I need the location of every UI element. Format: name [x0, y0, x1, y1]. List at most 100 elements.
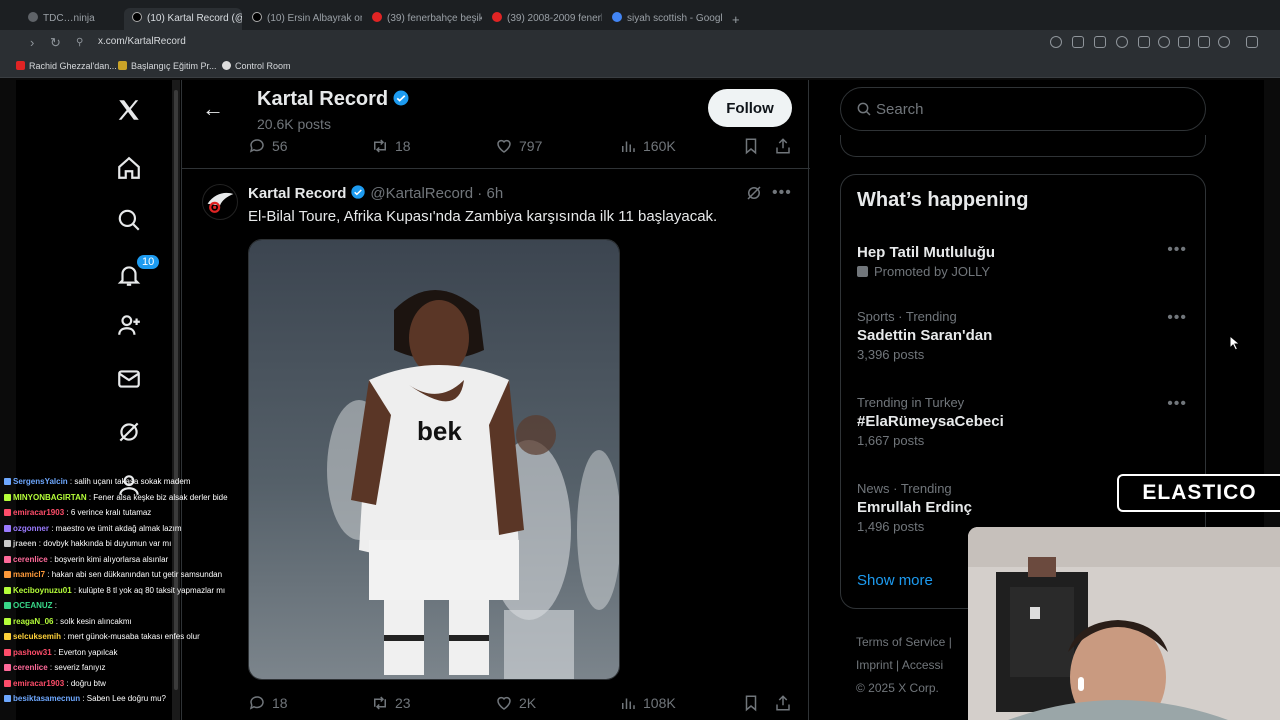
play-icon[interactable]	[1138, 36, 1150, 48]
chat-username: MINYONBAGIRTAN	[13, 492, 87, 502]
accessibility-link[interactable]: Accessi	[902, 658, 943, 672]
avatar[interactable]	[202, 184, 238, 220]
repost-count: 18	[395, 138, 411, 154]
reply-button[interactable]: 56	[248, 137, 288, 155]
chat-badge-icon	[4, 509, 11, 516]
tweet-photo[interactable]: bek	[248, 239, 620, 680]
bookmark-item[interactable]: Control Room	[222, 61, 291, 71]
x-logo-icon[interactable]	[114, 95, 144, 125]
tab-label: (39) fenerbahçe beşikt…	[387, 13, 482, 24]
chat-text: : salih uçanı takasa sokak madem	[67, 477, 191, 486]
browser-tab[interactable]: (10) Ersin Albayrak on X…	[244, 8, 362, 30]
download-icon[interactable]	[1178, 36, 1190, 48]
imprint-link[interactable]: Imprint	[856, 658, 893, 672]
back-arrow-icon[interactable]: ←	[202, 96, 224, 122]
browser-tab-active[interactable]: (10) Kartal Record (@Ka…	[124, 8, 242, 30]
tweet-author[interactable]: Kartal Record @KartalRecord · 6h	[248, 184, 503, 202]
share-button[interactable]	[774, 137, 792, 155]
chat-text: : solk kesin alıncakmı	[53, 616, 132, 626]
browser-tab[interactable]: siyah scottish - Google…	[604, 8, 722, 30]
repost-button[interactable]: 23	[371, 694, 411, 712]
like-button[interactable]: 2K	[495, 694, 536, 712]
copyright: © 2025 X Corp.	[856, 681, 939, 695]
camera-icon[interactable]	[1094, 36, 1106, 48]
terms-link[interactable]: Terms of Service	[856, 635, 945, 649]
search-input[interactable]: Search	[840, 87, 1206, 131]
promoted-icon	[857, 266, 868, 277]
search-placeholder: Search	[876, 101, 924, 118]
trend-promoted: Promoted by JOLLY	[857, 264, 1187, 279]
streamer-camera-image	[968, 527, 1280, 720]
heart-icon	[497, 696, 511, 710]
trend-meta: Sports · Trending	[857, 309, 957, 324]
browser-tab[interactable]: (39) fenerbahçe beşikt…	[364, 8, 482, 30]
new-tab-icon[interactable]: +	[724, 8, 744, 30]
show-more-link[interactable]: Show more	[857, 572, 933, 589]
trend-item[interactable]: Trending in Turkey #ElaRümeysaCebeci 1,6…	[857, 395, 1187, 448]
chat-username: Keciboynuzu01	[13, 585, 72, 595]
follow-button[interactable]: Follow	[708, 89, 792, 127]
chat-badge-icon	[4, 664, 11, 671]
account-icon[interactable]	[1218, 36, 1230, 48]
grok-icon[interactable]	[114, 417, 144, 447]
chat-message: besiktasamecnun : Saben Lee doğru mu?	[0, 691, 280, 707]
stream-logo: ELASTICO	[1117, 474, 1280, 512]
home-icon[interactable]	[114, 153, 144, 183]
chat-text: : Saben Lee doğru mu?	[80, 694, 166, 703]
share-button[interactable]	[774, 694, 792, 712]
repost-icon	[374, 696, 386, 710]
repost-button[interactable]: 18	[371, 137, 411, 155]
bookmark-item[interactable]: Başlangıç Eğitim Pr...	[118, 61, 217, 71]
reload-icon[interactable]: ↻	[50, 35, 61, 51]
more-options-icon[interactable]: •••	[1167, 241, 1187, 259]
grok-icon[interactable]	[745, 184, 763, 207]
trend-item[interactable]: Hep Tatil Mutluluğu Promoted by JOLLY ••…	[857, 241, 1187, 279]
trend-count: 3,396 posts	[857, 347, 925, 362]
chat-username: reagaN_06	[13, 616, 54, 626]
shield-icon[interactable]	[1116, 36, 1128, 48]
search-icon[interactable]	[114, 205, 144, 235]
tab-label: (10) Kartal Record (@Ka…	[147, 13, 242, 24]
views-button[interactable]: 108K	[619, 694, 676, 712]
trend-item[interactable]: Sports · Trending Sadettin Saran'dan 3,3…	[857, 309, 1187, 362]
chat-text: : mert günok-musaba takası enfes olur	[61, 632, 200, 641]
bookmark-button[interactable]	[742, 694, 760, 712]
bookmark-item[interactable]: Rachid Ghezzal'dan...	[16, 61, 117, 71]
like-button[interactable]: 797	[495, 137, 542, 155]
site-info-icon[interactable]: ⚲	[76, 37, 83, 48]
chat-badge-icon	[4, 571, 11, 578]
tab-label: TDC…ninja	[43, 13, 95, 24]
chat-text: : hakan abi sen dükkanından tut getir sa…	[45, 570, 223, 579]
browser-tab[interactable]: TDC…ninja	[20, 8, 120, 30]
battery-icon[interactable]	[1198, 36, 1210, 48]
follow-icon[interactable]	[114, 310, 144, 340]
chat-username: mamicl7	[13, 570, 46, 579]
more-options-icon[interactable]: •••	[772, 184, 792, 202]
heart-icon[interactable]	[1158, 36, 1170, 48]
more-options-icon[interactable]: •••	[1167, 309, 1187, 327]
chat-badge-icon	[4, 617, 11, 625]
zoom-icon[interactable]	[1050, 36, 1062, 48]
share-icon	[776, 695, 790, 711]
url-field[interactable]: x.com/KartalRecord	[98, 36, 186, 47]
browser-tab[interactable]: (39) 2008-2009 fenerbah…	[484, 8, 602, 30]
chat-text: : dovbyk hakkında bi duyumun var mı	[36, 539, 172, 548]
tab-label: siyah scottish - Google…	[627, 13, 722, 24]
chat-message: Keciboynuzu01 : kulüpte 8 tl yok aq 80 t…	[0, 583, 280, 599]
chat-message: MINYONBAGIRTAN : Fener alsa keşke biz al…	[0, 490, 280, 506]
chat-badge-icon	[4, 633, 11, 640]
messages-icon[interactable]	[114, 364, 144, 394]
chat-username: ozgonner	[13, 523, 49, 533]
chat-badge-icon	[4, 540, 11, 547]
views-button[interactable]: 160K	[619, 137, 676, 155]
profile-name: Kartal Record	[257, 88, 389, 110]
forward-icon[interactable]: ›	[30, 35, 34, 50]
bookmark-button[interactable]	[742, 137, 760, 155]
extensions-icon[interactable]	[1246, 36, 1258, 48]
more-options-icon[interactable]: •••	[1167, 395, 1187, 413]
edit-icon[interactable]	[1072, 36, 1084, 48]
chat-text: : severiz fanıyız	[47, 663, 106, 672]
chat-text: : Everton yapılcak	[51, 647, 118, 657]
like-count: 797	[519, 138, 543, 154]
search-icon	[857, 102, 871, 116]
